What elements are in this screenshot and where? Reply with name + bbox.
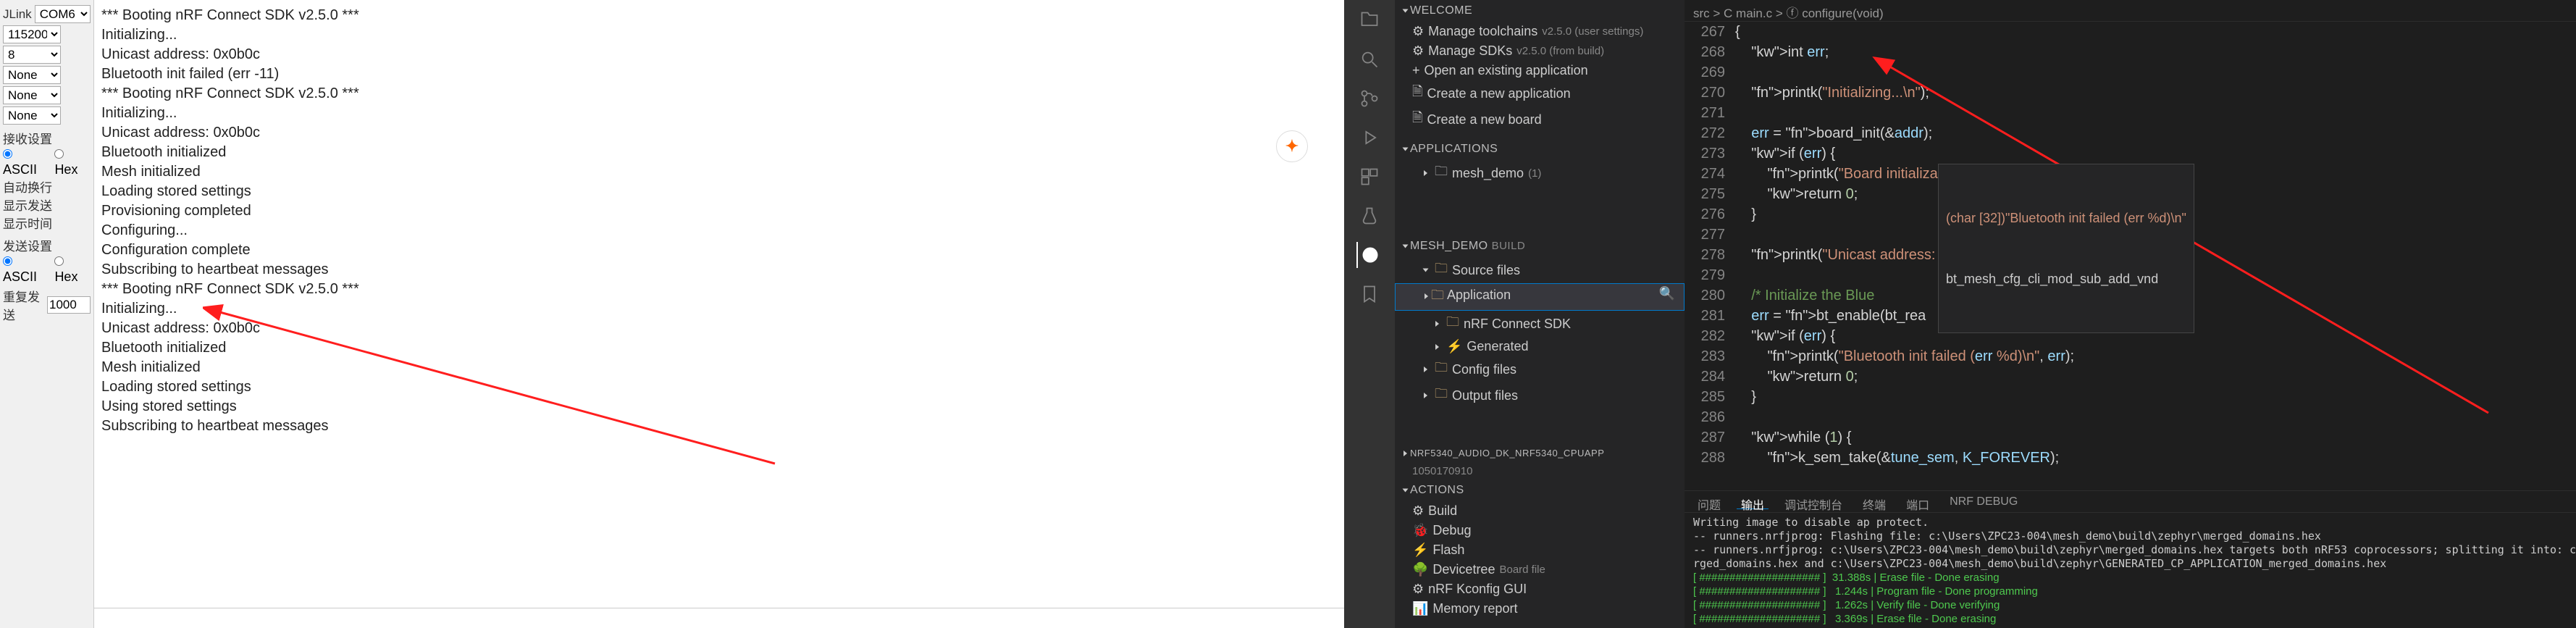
terminal-tab-4[interactable]: 端口 bbox=[1902, 494, 1934, 509]
nrf-sdk-item[interactable]: 🗀 nRF Connect SDK bbox=[1395, 311, 1685, 337]
create-app-item[interactable]: 🗎 Create a new application bbox=[1395, 80, 1685, 106]
application-row[interactable]: 🗀 Application🔍 bbox=[1395, 283, 1685, 311]
serial-input-bar[interactable] bbox=[94, 608, 1344, 628]
code-content[interactable]: { "kw">int err; "fn">printk("Initializin… bbox=[1735, 22, 2576, 490]
serial-body: *** Booting nRF Connect SDK v2.5.0 *** I… bbox=[94, 0, 1344, 628]
board-id: 1050170910 bbox=[1395, 463, 1685, 480]
flow-select[interactable]: None bbox=[3, 106, 61, 125]
nrf-side-panel: WELCOME ⚙Manage toolchains v2.5.0 (user … bbox=[1395, 0, 1685, 628]
manage-sdks-item[interactable]: ⚙Manage SDKs v2.5.0 (from build) bbox=[1395, 41, 1685, 61]
terminal-output[interactable]: Writing image to disable ap protect. -- … bbox=[1685, 513, 2576, 628]
open-app-item[interactable]: + Open an existing application bbox=[1395, 61, 1685, 80]
serial-monitor-window: JLink COM6 115200 8 None None None 接收设置 … bbox=[0, 0, 1344, 628]
flash-action[interactable]: ⚡ Flash bbox=[1395, 540, 1685, 560]
serial-settings-panel: JLink COM6 115200 8 None None None 接收设置 … bbox=[0, 0, 94, 628]
autowrap-label: 自动换行 bbox=[3, 177, 91, 196]
baud-select[interactable]: 115200 bbox=[3, 25, 61, 43]
search-small-icon[interactable]: 🔍 bbox=[1659, 286, 1675, 308]
source-files-item[interactable]: 🗀 Source files bbox=[1395, 257, 1685, 283]
source-control-icon[interactable] bbox=[1356, 85, 1383, 112]
hex-radio[interactable]: Hex bbox=[54, 147, 91, 177]
terminal-tab-3[interactable]: 终端 bbox=[1858, 494, 1890, 509]
debug-icon[interactable] bbox=[1356, 125, 1383, 151]
port-label: JLink bbox=[3, 7, 32, 22]
meshdemo-header[interactable]: MESH_DEMO build bbox=[1395, 235, 1685, 257]
terminal-panel: 问题输出调试控制台终端端口 NRF DEBUG Writing image to … bbox=[1685, 490, 2576, 628]
debug-action[interactable]: 🐞 Debug bbox=[1395, 521, 1685, 540]
line-numbers: 267 268 269 270 271 272 273 274 275 276 … bbox=[1685, 22, 1735, 490]
board-header[interactable]: NRF5340_AUDIO_DK_NRF5340_CPUAPP bbox=[1395, 443, 1685, 463]
explorer-icon[interactable] bbox=[1356, 7, 1383, 33]
serial-log-text: *** Booting nRF Connect SDK v2.5.0 *** I… bbox=[94, 0, 1344, 442]
parity-select[interactable]: None bbox=[3, 86, 61, 104]
devicetree-action[interactable]: 🌳 Devicetree Board file bbox=[1395, 560, 1685, 579]
bookmark-icon[interactable] bbox=[1356, 281, 1383, 307]
applications-header[interactable]: APPLICATIONS bbox=[1395, 138, 1685, 160]
extensions-icon[interactable] bbox=[1356, 164, 1383, 190]
activity-bar bbox=[1344, 0, 1395, 628]
hover-tooltip: (char [32])"Bluetooth init failed (err %… bbox=[1938, 164, 2194, 333]
hex2-radio[interactable]: Hex bbox=[54, 254, 91, 285]
terminal-tab-2[interactable]: 调试控制台 bbox=[1780, 494, 1847, 509]
terminal-tabs: 问题输出调试控制台终端端口 NRF DEBUG bbox=[1685, 491, 2576, 513]
send-section-label: 发送设置 bbox=[3, 236, 91, 254]
output-files-item[interactable]: 🗀 Output files bbox=[1395, 382, 1685, 409]
stopbits-select[interactable]: None bbox=[3, 66, 61, 84]
repeat-label: 重复发送 bbox=[3, 287, 44, 323]
terminal-tab-5[interactable]: NRF DEBUG bbox=[1945, 494, 2022, 509]
app-mesh-demo[interactable]: 🗀 mesh_demo (1) bbox=[1395, 160, 1685, 186]
create-board-item[interactable]: 🗎 Create a new board bbox=[1395, 106, 1685, 133]
port-select[interactable]: COM6 bbox=[35, 5, 91, 23]
ascii2-radio[interactable]: ASCII bbox=[3, 254, 49, 285]
databits-select[interactable]: 8 bbox=[3, 46, 61, 64]
breadcrumb[interactable]: src > C main.c > ⓕ configure(void) bbox=[1685, 0, 2576, 22]
generated-item[interactable]: ⚡ Generated bbox=[1395, 337, 1685, 356]
actions-header[interactable]: ACTIONS bbox=[1395, 480, 1685, 501]
connected-header[interactable]: CONNECTED DEVICES bbox=[1395, 624, 1685, 628]
search-icon[interactable] bbox=[1356, 46, 1383, 72]
code-editor[interactable]: 267 268 269 270 271 272 273 274 275 276 … bbox=[1685, 22, 2576, 490]
config-files-item[interactable]: 🗀 Config files bbox=[1395, 356, 1685, 382]
showtime-label: 显示时间 bbox=[3, 214, 91, 232]
nrf-connect-icon[interactable] bbox=[1356, 242, 1383, 268]
welcome-header[interactable]: WELCOME bbox=[1395, 0, 1685, 22]
recv-section-label: 接收设置 bbox=[3, 129, 91, 147]
vscode-window: WELCOME ⚙Manage toolchains v2.5.0 (user … bbox=[1344, 0, 2576, 628]
repeat-ms-input[interactable] bbox=[47, 296, 91, 314]
manage-toolchains-item[interactable]: ⚙Manage toolchains v2.5.0 (user settings… bbox=[1395, 22, 1685, 41]
test-icon[interactable] bbox=[1356, 203, 1383, 229]
showsend-label: 显示发送 bbox=[3, 196, 91, 214]
brand-logo-icon: ✦ bbox=[1276, 130, 1308, 162]
memory-action[interactable]: 📊 Memory report bbox=[1395, 599, 1685, 619]
ascii-radio[interactable]: ASCII bbox=[3, 147, 49, 177]
editor-area: src > C main.c > ⓕ configure(void) 267 2… bbox=[1685, 0, 2576, 628]
build-action[interactable]: ⚙ Build bbox=[1395, 501, 1685, 521]
terminal-tab-1[interactable]: 输出 bbox=[1737, 494, 1769, 509]
kconfig-action[interactable]: ⚙ nRF Kconfig GUI bbox=[1395, 579, 1685, 599]
terminal-tab-0[interactable]: 问题 bbox=[1693, 494, 1725, 509]
